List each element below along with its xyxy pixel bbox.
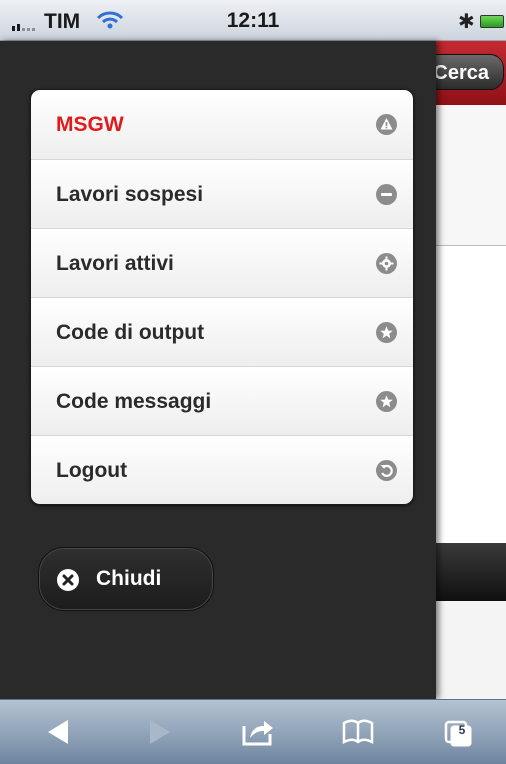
gear-icon (376, 253, 397, 274)
menu-item-label: MSGW (56, 113, 124, 136)
menu-item-label: Code messaggi (56, 390, 212, 413)
menu-item-label: Code di output (56, 321, 205, 344)
bluetooth-icon: ✱ (458, 11, 475, 33)
menu-item-lavori-sospesi[interactable]: Lavori sospesi (31, 159, 413, 228)
menu-item-label: Lavori attivi (56, 252, 174, 275)
clock: 12:11 (226, 9, 280, 32)
forward-icon[interactable] (140, 714, 180, 750)
star-icon (376, 391, 397, 412)
tab-count: 5 (458, 723, 466, 737)
page-content (436, 246, 506, 543)
menu-item-label: Lavori sospesi (56, 183, 204, 206)
menu-item-lavori-attivi[interactable]: Lavori attivi (31, 228, 413, 297)
minus-icon (376, 184, 397, 205)
page-bottom (436, 601, 506, 699)
close-button[interactable]: Chiudi (38, 547, 214, 611)
browser-toolbar (0, 699, 506, 764)
menu-item-code-di-output[interactable]: Code di output (31, 297, 413, 366)
menu-item-logout[interactable]: Logout (31, 435, 413, 504)
close-button-label: Chiudi (96, 567, 162, 590)
star-icon (376, 322, 397, 343)
page-band (436, 105, 506, 246)
share-icon[interactable] (238, 714, 278, 750)
nav-menu: MSGW Lavori sospesi Lavori attivi Code d… (30, 89, 414, 505)
back-icon[interactable] (40, 714, 80, 750)
refresh-icon (376, 460, 397, 481)
menu-item-code-messaggi[interactable]: Code messaggi (31, 366, 413, 435)
alert-icon (376, 114, 397, 135)
close-icon (57, 569, 79, 591)
side-panel: MSGW Lavori sospesi Lavori attivi Code d… (0, 41, 436, 699)
battery-icon (480, 15, 504, 28)
bookmarks-icon[interactable] (338, 714, 378, 750)
menu-item-msgw[interactable]: MSGW (31, 90, 413, 159)
page-footer (436, 543, 506, 601)
menu-item-label: Logout (56, 459, 128, 482)
status-bar: TIM 12:11 ✱ (0, 0, 506, 41)
